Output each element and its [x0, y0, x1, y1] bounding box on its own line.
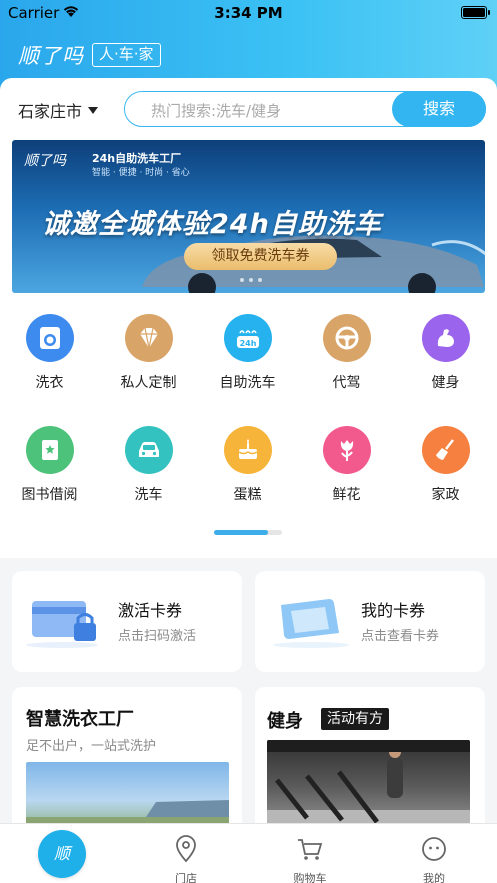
- book-icon: [25, 426, 74, 474]
- activate-title: 激活卡券: [118, 601, 183, 620]
- service-self-wash[interactable]: 24h 自助洗车: [198, 314, 297, 392]
- city-selector[interactable]: 石家庄市: [18, 98, 99, 122]
- svg-text:24h: 24h: [239, 339, 256, 348]
- tab-store[interactable]: 门店: [124, 824, 248, 883]
- flower-icon: [322, 426, 371, 474]
- banner-tagline: 智能 · 便捷 · 时尚 · 省心: [92, 168, 190, 178]
- washing-machine-icon: [25, 314, 74, 362]
- tab-cart[interactable]: 购物车: [248, 824, 372, 883]
- service-housekeeping[interactable]: 家政: [396, 426, 495, 504]
- cake-icon: [223, 426, 272, 474]
- search-bar[interactable]: 热门搜索:洗车/健身 搜索: [124, 91, 486, 127]
- flexed-arm-icon: [421, 314, 470, 362]
- tab-home[interactable]: 顺: [0, 824, 124, 883]
- laundry-photo: [26, 762, 229, 832]
- diamond-icon: [124, 314, 173, 362]
- services-pagination: [214, 530, 282, 535]
- steering-wheel-icon: [322, 314, 371, 362]
- search-button[interactable]: 搜索: [392, 91, 486, 127]
- tab-store-label: 门店: [175, 872, 197, 883]
- service-fitness[interactable]: 健身: [396, 314, 495, 392]
- banner-pagination: [240, 278, 262, 282]
- user-face-icon: [422, 837, 446, 861]
- my-coupons-card[interactable]: 我的卡券 点击查看卡券: [255, 571, 485, 672]
- banner-subtitle: 24h自助洗车工厂: [92, 152, 182, 165]
- laundry-title: 智慧洗衣工厂: [26, 709, 134, 730]
- service-chauffeur[interactable]: 代驾: [297, 314, 396, 392]
- home-logo-icon: 顺: [38, 830, 86, 878]
- service-label: 鲜花: [332, 487, 361, 503]
- search-input[interactable]: 热门搜索:洗车/健身: [151, 100, 281, 121]
- my-coupons-title: 我的卡券: [361, 601, 426, 620]
- laundry-subtitle: 足不出户，一站式洗护: [26, 739, 157, 754]
- brand: 顺了吗 人·车·家: [18, 40, 161, 70]
- service-label: 自助洗车: [219, 375, 276, 391]
- coupon-lock-icon: [26, 601, 98, 648]
- tab-mine-label: 我的: [423, 872, 445, 883]
- service-label: 蛋糕: [233, 487, 262, 503]
- car-icon: [124, 426, 173, 474]
- service-laundry[interactable]: 洗衣: [0, 314, 99, 392]
- service-label: 洗车: [134, 487, 163, 503]
- fitness-badge: 活动有方: [321, 708, 389, 730]
- city-label: 石家庄市: [18, 102, 83, 121]
- fitness-title: 健身: [267, 711, 303, 732]
- service-label: 图书借阅: [21, 487, 78, 503]
- cart-icon: [298, 839, 323, 860]
- broom-icon: [421, 426, 470, 474]
- service-label: 私人定制: [120, 375, 177, 391]
- tab-mine[interactable]: 我的: [372, 824, 496, 883]
- bottom-tab-bar: 顺 门店 购物车 我的: [0, 823, 497, 883]
- tab-cart-label: 购物车: [293, 872, 327, 883]
- activate-subtitle: 点击扫码激活: [118, 629, 197, 644]
- service-label: 家政: [431, 487, 460, 503]
- banner-logo: 顺了吗: [24, 153, 66, 169]
- service-label: 健身: [431, 375, 460, 391]
- caret-down-icon: [88, 106, 99, 114]
- service-label: 洗衣: [35, 375, 64, 391]
- brand-logo: 顺了吗: [18, 44, 84, 68]
- my-coupons-subtitle: 点击查看卡券: [361, 629, 440, 644]
- ticket-icon: [273, 599, 349, 648]
- service-custom[interactable]: 私人定制: [99, 314, 198, 392]
- banner-headline: 诚邀全城体验24h自助洗车: [42, 209, 382, 240]
- clock: 3:34 PM: [214, 4, 283, 22]
- brand-tag: 人·车·家: [92, 43, 161, 67]
- claim-coupon-button[interactable]: 领取免费洗车券: [184, 243, 337, 270]
- service-label: 代驾: [332, 375, 361, 391]
- activate-coupon-card[interactable]: 激活卡券 点击扫码激活: [12, 571, 242, 672]
- status-bar: Carrier 3:34 PM: [0, 0, 497, 26]
- service-cake[interactable]: 蛋糕: [198, 426, 297, 504]
- promo-banner[interactable]: 顺了吗 24h自助洗车工厂 智能 · 便捷 · 时尚 · 省心 诚邀全城体验24…: [12, 140, 485, 293]
- service-car-wash[interactable]: 洗车: [99, 426, 198, 504]
- gym-photo: [267, 740, 470, 832]
- battery-icon: [461, 6, 490, 19]
- location-pin-icon: [176, 835, 196, 863]
- car-wash-24h-icon: 24h: [223, 314, 272, 362]
- service-flowers[interactable]: 鲜花: [297, 426, 396, 504]
- service-library[interactable]: 图书借阅: [0, 426, 99, 504]
